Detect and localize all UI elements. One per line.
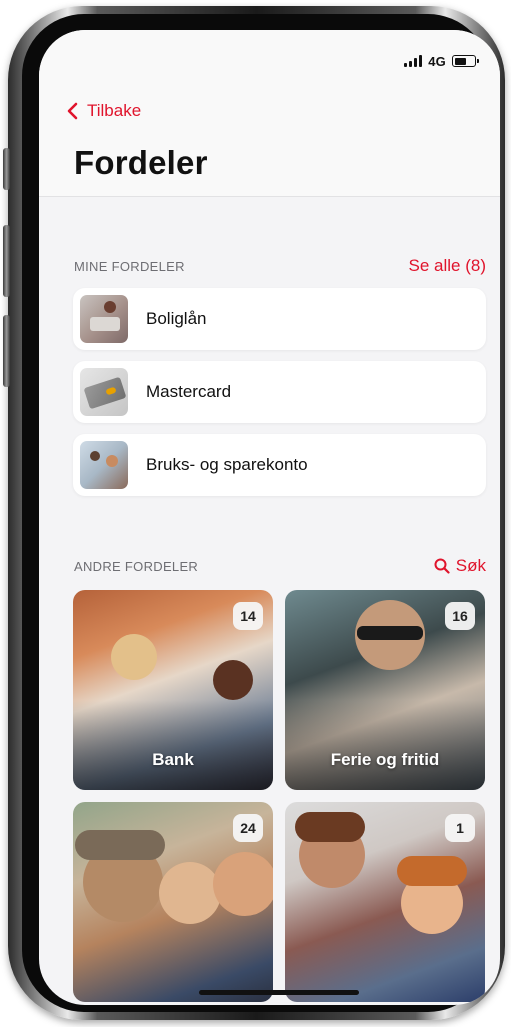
home-indicator[interactable] (199, 990, 359, 995)
person-figure (111, 634, 157, 680)
benefit-row-mastercard[interactable]: Mastercard (73, 361, 486, 423)
category-tile-bank[interactable]: 14 Bank (73, 590, 273, 790)
search-icon (434, 558, 450, 574)
category-tile-4[interactable]: 1 (285, 802, 485, 1002)
mute-switch (3, 148, 10, 190)
count-badge: 1 (445, 814, 475, 842)
battery-icon (452, 55, 479, 67)
family-photo-thumbnail (80, 441, 128, 489)
chevron-left-icon (67, 102, 78, 120)
section-label-andre-fordeler: ANDRE FORDELER (74, 558, 199, 574)
category-tile-ferie-og-fritid[interactable]: 16 Ferie og fritid (285, 590, 485, 790)
benefit-label: Bruks- og sparekonto (146, 455, 308, 474)
benefit-row-bruks-og-sparekonto[interactable]: Bruks- og sparekonto (73, 434, 486, 496)
benefit-row-boliglan[interactable]: Boliglån (73, 288, 486, 350)
sunglasses-figure (357, 626, 423, 640)
section-label-mine-fordeler: MINE FORDELER (74, 258, 185, 274)
hair-figure (397, 856, 467, 886)
hair-figure (295, 812, 365, 842)
benefit-label: Mastercard (146, 382, 232, 401)
volume-up-button (3, 225, 10, 297)
status-bar: 4G (404, 52, 479, 70)
tile-label: Bank (152, 750, 194, 769)
network-type: 4G (428, 53, 446, 69)
back-label: Tilbake (87, 101, 142, 120)
tile-label: Ferie og fritid (330, 750, 440, 769)
benefit-label: Boliglån (146, 309, 207, 328)
back-button[interactable]: Tilbake (65, 101, 141, 121)
search-button[interactable]: Søk (434, 556, 486, 576)
person-figure (213, 660, 253, 700)
see-all-link[interactable]: Se alle (8) (409, 256, 486, 276)
signal-icon (404, 55, 423, 67)
person-figure (213, 852, 273, 916)
screen: 4G Tilbake Fordeler MINE FORDELER Se all… (39, 30, 500, 1005)
cap-figure (75, 830, 165, 860)
home-photo-thumbnail (80, 295, 128, 343)
count-badge: 24 (233, 814, 263, 842)
mine-fordeler-header: MINE FORDELER Se alle (8) (74, 256, 486, 276)
page-title: Fordeler (74, 144, 208, 181)
search-label: Søk (455, 556, 486, 575)
category-tile-3[interactable]: 24 (73, 802, 273, 1002)
andre-fordeler-header: ANDRE FORDELER Søk (74, 556, 486, 576)
count-badge: 16 (445, 602, 475, 630)
child-figure (159, 862, 221, 924)
card-photo-thumbnail (80, 368, 128, 416)
volume-down-button (3, 315, 10, 387)
count-badge: 14 (233, 602, 263, 630)
